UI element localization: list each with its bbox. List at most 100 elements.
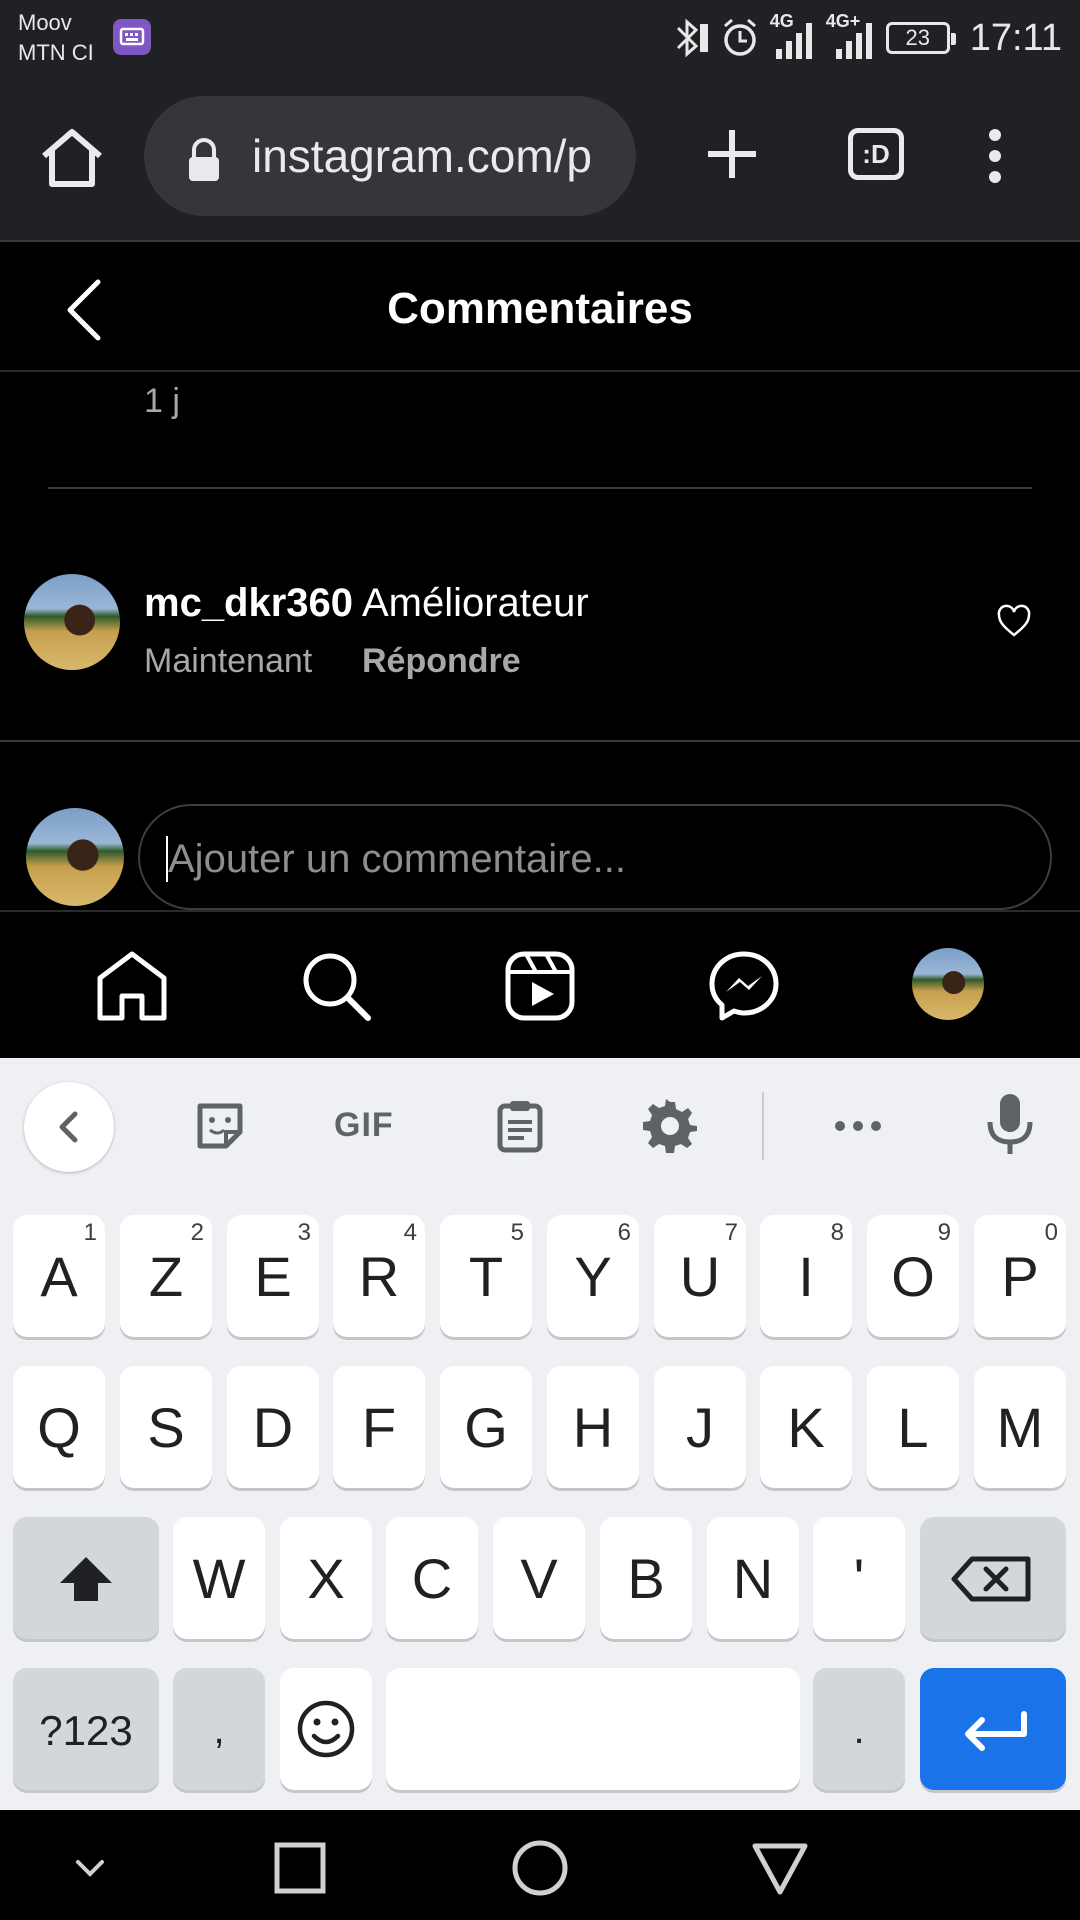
- key-letter: I: [798, 1245, 814, 1308]
- key-l[interactable]: L: [867, 1366, 959, 1488]
- key-x[interactable]: X: [280, 1517, 372, 1639]
- key-s[interactable]: S: [120, 1366, 212, 1488]
- more-icon[interactable]: [830, 1098, 886, 1154]
- key-number: 3: [297, 1219, 311, 1246]
- key-letter: E: [254, 1245, 292, 1308]
- key-i[interactable]: 8I: [760, 1215, 852, 1337]
- url-text: instagram.com/p: [252, 130, 593, 182]
- key-y[interactable]: 6Y: [547, 1215, 639, 1337]
- reels-icon[interactable]: [502, 948, 578, 1024]
- comment-input[interactable]: Ajouter un commentaire...: [138, 804, 1052, 910]
- sticker-icon[interactable]: [192, 1098, 248, 1154]
- key-a[interactable]: 1A: [13, 1215, 105, 1337]
- address-bar[interactable]: instagram.com/p: [144, 96, 636, 216]
- toolbar-separator: [762, 1092, 764, 1160]
- network-type-2: 4G+: [825, 11, 861, 31]
- battery-indicator: 23: [885, 22, 956, 54]
- shift-key[interactable]: [13, 1517, 159, 1639]
- key-m[interactable]: M: [974, 1366, 1066, 1488]
- key-number: 2: [190, 1219, 204, 1246]
- key-h[interactable]: H: [547, 1366, 639, 1488]
- emoji-key[interactable]: [280, 1668, 372, 1790]
- period-key[interactable]: .: [813, 1668, 905, 1790]
- key-w[interactable]: W: [173, 1517, 265, 1639]
- lock-icon: [189, 138, 219, 181]
- key-n[interactable]: N: [707, 1517, 799, 1639]
- status-icons: 4G 4G+ 23 17:11: [670, 10, 1062, 66]
- chevron-left-icon: [59, 1111, 78, 1143]
- home-circle-icon[interactable]: [510, 1838, 570, 1898]
- key-number: 5: [510, 1219, 524, 1246]
- key-p[interactable]: 0P: [974, 1215, 1066, 1337]
- key-number: 0: [1044, 1219, 1058, 1246]
- key-letter: K: [787, 1396, 825, 1459]
- key-letter: B: [627, 1547, 665, 1610]
- key-b[interactable]: B: [600, 1517, 692, 1639]
- bluetooth-icon: [676, 18, 708, 58]
- enter-key[interactable]: [920, 1668, 1066, 1790]
- backspace-key[interactable]: [920, 1517, 1066, 1639]
- key-v[interactable]: V: [493, 1517, 585, 1639]
- space-key[interactable]: [386, 1668, 800, 1790]
- key-letter: M: [996, 1396, 1044, 1459]
- key-letter: ,: [213, 1708, 225, 1752]
- hide-keyboard-icon[interactable]: [60, 1838, 120, 1898]
- messenger-icon[interactable]: [706, 948, 782, 1024]
- status-bar: Moov MTN CI 4G 4G+ 23 17:11: [0, 0, 1080, 78]
- key-number: 6: [617, 1219, 631, 1246]
- key-letter: H: [572, 1396, 614, 1459]
- key-u[interactable]: 7U: [654, 1215, 746, 1337]
- symbols-key[interactable]: ?123: [13, 1668, 159, 1790]
- home-icon[interactable]: [94, 948, 170, 1024]
- avatar: [26, 808, 124, 906]
- key-number: 9: [937, 1219, 951, 1246]
- recent-apps-icon[interactable]: [270, 1838, 330, 1898]
- toolbar-back-button[interactable]: [24, 1082, 114, 1172]
- key-letter: ': [853, 1547, 865, 1610]
- key-d[interactable]: D: [227, 1366, 319, 1488]
- key-j[interactable]: J: [654, 1366, 746, 1488]
- keyboard-notification-icon: [113, 19, 151, 55]
- key-f[interactable]: F: [333, 1366, 425, 1488]
- key-o[interactable]: 9O: [867, 1215, 959, 1337]
- key-k[interactable]: K: [760, 1366, 852, 1488]
- key-number: 4: [403, 1219, 417, 1246]
- key-letter: R: [358, 1245, 400, 1308]
- key-letter: G: [464, 1396, 508, 1459]
- keyboard-toolbar: GIF: [0, 1058, 1080, 1188]
- microphone-icon[interactable]: [982, 1092, 1038, 1156]
- new-tab-icon[interactable]: [706, 128, 758, 180]
- back-triangle-icon[interactable]: [750, 1838, 810, 1898]
- key-letter: L: [897, 1396, 929, 1459]
- key-letter: Z: [148, 1245, 184, 1308]
- home-icon[interactable]: [38, 126, 106, 190]
- comma-key[interactable]: ,: [173, 1668, 265, 1790]
- key-e[interactable]: 3E: [227, 1215, 319, 1337]
- key-q[interactable]: Q: [13, 1366, 105, 1488]
- key-letter: N: [732, 1547, 774, 1610]
- comment-username[interactable]: mc_dkr360: [144, 581, 353, 625]
- carrier-info: Moov MTN CI: [18, 8, 94, 68]
- key-c[interactable]: C: [386, 1517, 478, 1639]
- key-apostrophe[interactable]: ': [813, 1517, 905, 1639]
- tab-switcher-button[interactable]: :D: [848, 128, 904, 180]
- settings-gear-icon[interactable]: [642, 1098, 698, 1154]
- clipboard-icon[interactable]: [492, 1098, 548, 1154]
- key-letter: P: [1001, 1245, 1039, 1308]
- key-z[interactable]: 2Z: [120, 1215, 212, 1337]
- more-menu-icon[interactable]: [988, 128, 1002, 184]
- heart-icon[interactable]: [996, 604, 1032, 638]
- search-icon[interactable]: [298, 948, 374, 1024]
- key-r[interactable]: 4R: [333, 1215, 425, 1337]
- key-letter: C: [411, 1547, 453, 1610]
- key-t[interactable]: 5T: [440, 1215, 532, 1337]
- key-g[interactable]: G: [440, 1366, 532, 1488]
- key-number: 8: [830, 1219, 844, 1246]
- profile-avatar[interactable]: [912, 948, 984, 1020]
- avatar[interactable]: [24, 574, 120, 670]
- signal-icon-1: 4G: [770, 11, 816, 63]
- carrier-name-2: MTN CI: [18, 40, 94, 65]
- reply-button[interactable]: Répondre: [362, 642, 521, 681]
- backspace-icon: [951, 1556, 1031, 1602]
- gif-button[interactable]: GIF: [334, 1106, 394, 1145]
